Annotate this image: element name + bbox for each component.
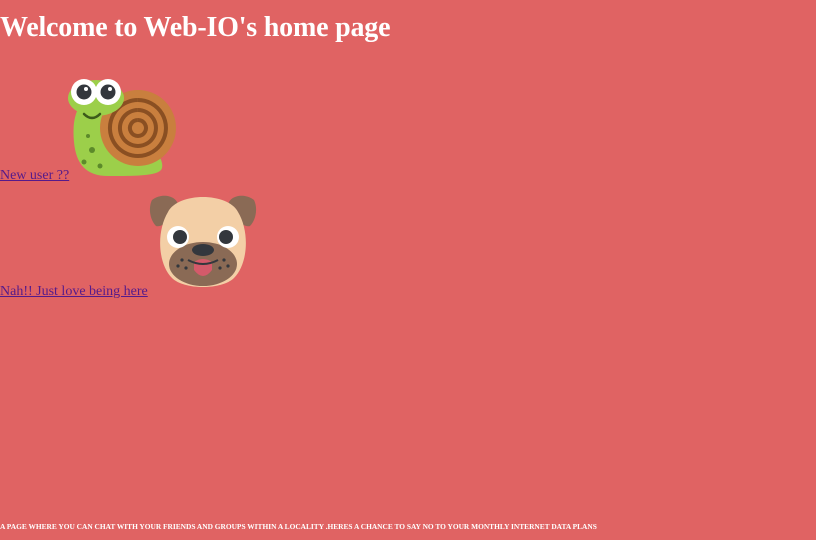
home-page: Welcome to Web-IO's home page New user ?… [0, 0, 816, 540]
stay-link[interactable]: Nah!! Just love being here [0, 284, 148, 300]
snail-icon [68, 79, 176, 176]
footer-tagline: A PAGE WHERE YOU CAN CHAT WITH YOUR FRIE… [0, 522, 597, 531]
page-title: Welcome to Web-IO's home page [0, 12, 391, 43]
new-user-link[interactable]: New user ?? [0, 168, 69, 184]
pug-icon [149, 195, 257, 287]
